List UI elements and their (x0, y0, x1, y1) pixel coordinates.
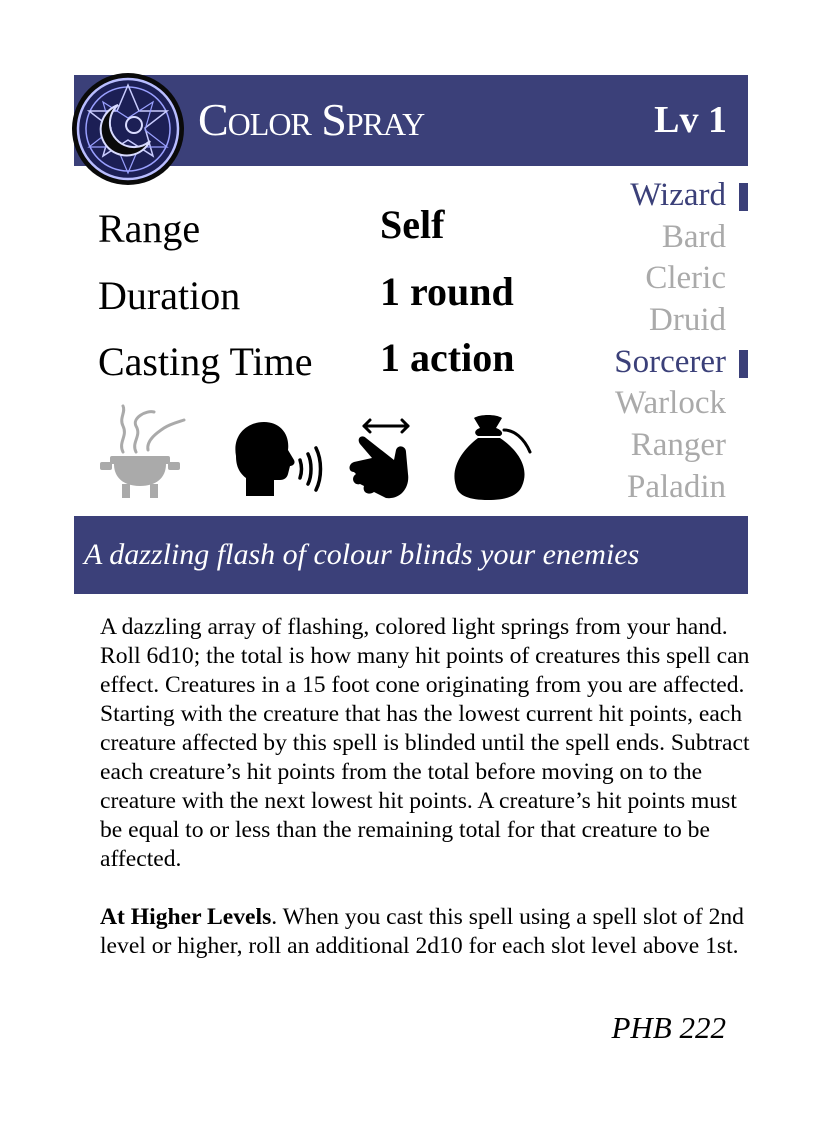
class-name: Cleric (645, 260, 726, 297)
description-paragraph: A dazzling array of flashing, colored li… (100, 614, 750, 872)
duration-label: Duration (98, 273, 241, 318)
class-marker (739, 349, 748, 378)
material-pouch-icon (454, 415, 532, 500)
class-list: Wizard Bard Cleric Druid Sorcerer Warloc… (548, 175, 748, 509)
class-item-paladin: Paladin (548, 467, 748, 509)
higher-levels-label: At Higher Levels (100, 904, 272, 930)
duration-value: 1 round (380, 269, 514, 314)
class-item-ranger: Ranger (548, 425, 748, 467)
verbal-speaking-head-icon (235, 422, 323, 496)
casting-time-label: Casting Time (98, 339, 313, 384)
range-label: Range (98, 206, 201, 251)
class-marker (739, 183, 748, 211)
spell-tagline: A dazzling flash of colour blinds your e… (84, 538, 640, 571)
somatic-hand-gesture-icon (349, 418, 410, 499)
higher-levels-paragraph: At Higher Levels. When you cast this spe… (100, 903, 750, 961)
casting-time-value: 1 action (380, 335, 515, 380)
class-item-wizard: Wizard (548, 175, 748, 217)
class-name: Ranger (630, 427, 726, 464)
source-reference: PHB 222 (611, 1010, 726, 1045)
class-item-sorcerer: Sorcerer (548, 342, 748, 384)
spell-title: Color Spray (198, 94, 425, 145)
class-name: Bard (661, 218, 726, 255)
class-name: Druid (649, 302, 726, 339)
class-name: Sorcerer (614, 343, 726, 380)
class-item-bard: Bard (548, 217, 748, 259)
class-item-warlock: Warlock (548, 383, 748, 425)
school-seal-icon (72, 73, 184, 185)
class-name: Warlock (615, 385, 726, 422)
class-item-cleric: Cleric (548, 258, 748, 300)
ritual-brazier-icon (100, 404, 186, 498)
spell-level: Lv 1 (654, 99, 727, 141)
spell-description: A dazzling array of flashing, colored li… (100, 613, 750, 961)
class-name: Wizard (630, 177, 726, 213)
class-name: Paladin (627, 468, 726, 505)
range-value: Self (380, 202, 445, 247)
class-item-druid: Druid (548, 300, 748, 342)
